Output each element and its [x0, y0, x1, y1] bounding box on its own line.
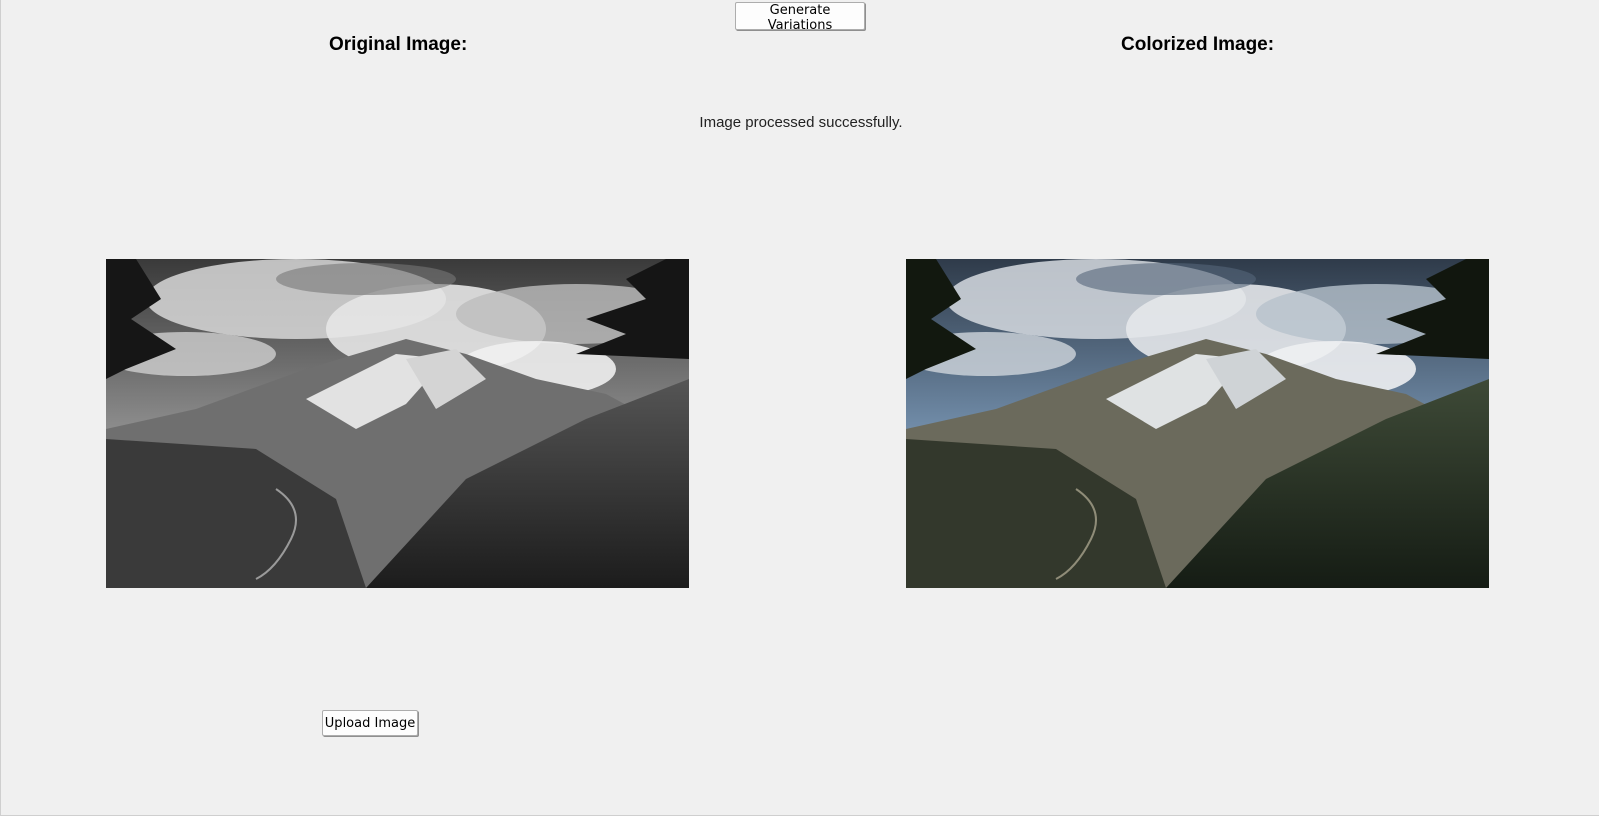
original-image	[106, 259, 689, 588]
original-landscape-picture	[106, 259, 689, 588]
original-image-title: Original Image:	[329, 34, 468, 55]
colorized-image	[906, 259, 1489, 588]
upload-image-button[interactable]: Upload Image	[322, 710, 418, 736]
generate-variations-button[interactable]: Generate Variations	[735, 2, 865, 33]
colorized-image-title: Colorized Image:	[1121, 34, 1275, 55]
app-window: Generate Variations Original Image: Colo…	[0, 0, 1599, 816]
status-message: Image processed successfully.	[699, 114, 903, 131]
colorized-landscape-picture	[906, 259, 1489, 588]
